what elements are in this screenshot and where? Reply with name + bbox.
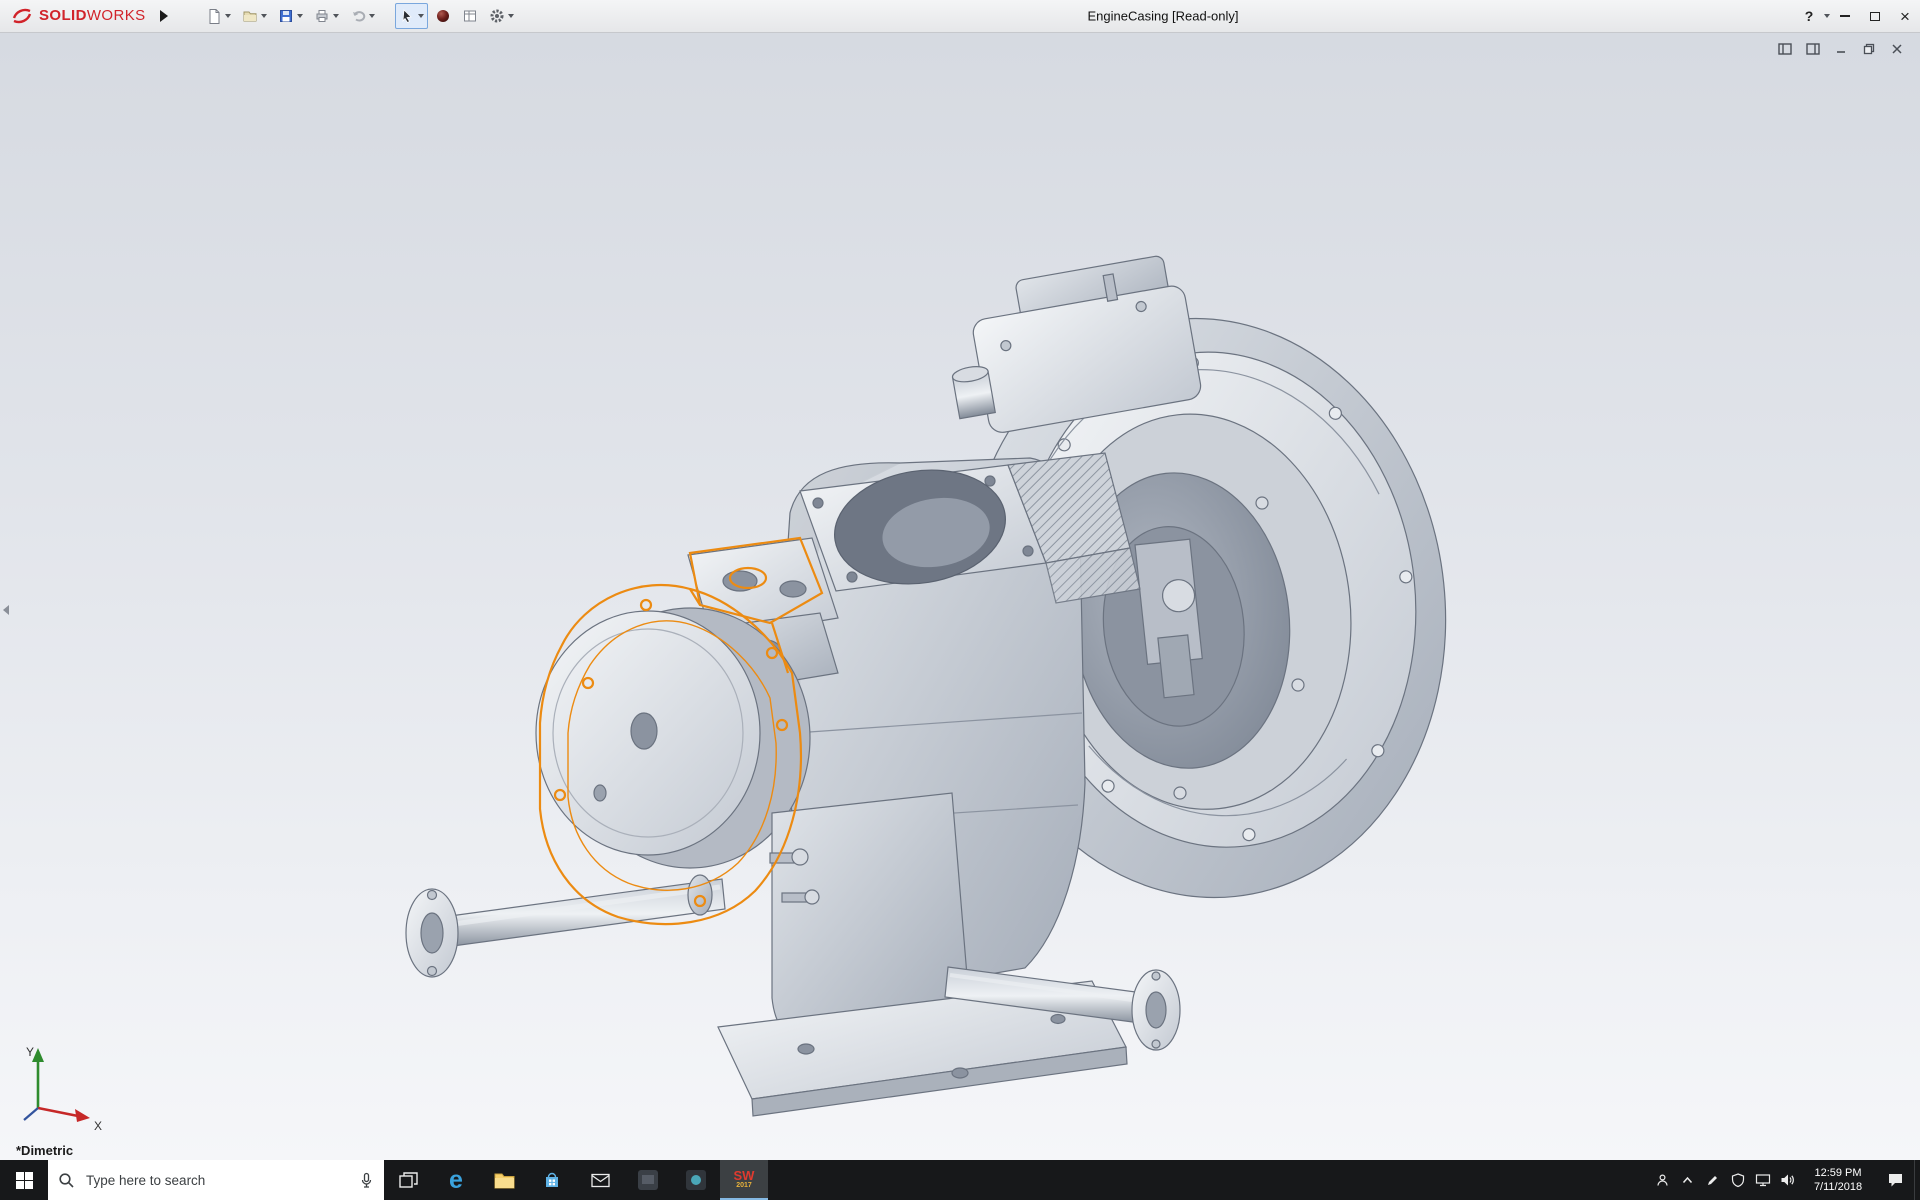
dropdown-arrow — [508, 14, 514, 18]
triad-y-label: Y — [26, 1045, 34, 1059]
help-button[interactable]: ? — [1797, 0, 1821, 33]
task-view-button[interactable] — [384, 1160, 432, 1200]
dropdown-arrow — [369, 14, 375, 18]
document-window-controls — [1774, 40, 1908, 57]
main-toolbar — [202, 3, 518, 29]
notification-bubble-icon — [1887, 1172, 1904, 1188]
maximize-icon — [1870, 12, 1880, 21]
taskbar-search[interactable] — [48, 1160, 384, 1200]
taskbar-app-mail[interactable] — [576, 1160, 624, 1200]
new-document-icon — [206, 8, 222, 24]
print-icon — [314, 8, 330, 24]
brand-text-light: WORKS — [87, 7, 146, 24]
open-folder-icon — [242, 8, 258, 24]
gear-icon — [489, 8, 505, 24]
solidworks-year-badge: 2017 — [736, 1182, 752, 1190]
sheet-button[interactable] — [458, 3, 482, 29]
doc-pane-right-button[interactable] — [1802, 40, 1824, 57]
appearance-button[interactable] — [431, 3, 455, 29]
menu-expand-arrow[interactable] — [160, 10, 168, 22]
pane-right-icon — [1806, 43, 1820, 55]
doc-restore-button[interactable] — [1858, 40, 1880, 57]
pinned-app-2-icon — [685, 1169, 707, 1191]
doc-close-icon — [1891, 43, 1903, 55]
dropdown-arrow — [225, 14, 231, 18]
people-icon[interactable] — [1650, 1160, 1675, 1200]
doc-minimize-button[interactable] — [1830, 40, 1852, 57]
taskbar-pinned-app-2[interactable] — [672, 1160, 720, 1200]
taskbar: e — [0, 1160, 1920, 1200]
defender-shield-icon[interactable] — [1725, 1160, 1750, 1200]
taskbar-pinned-app-1[interactable] — [624, 1160, 672, 1200]
start-button[interactable] — [0, 1160, 48, 1200]
show-desktop-button[interactable] — [1914, 1160, 1920, 1200]
brand-text-bold: SOLID — [39, 7, 87, 24]
featuremanager-flyout-arrow[interactable] — [0, 593, 11, 627]
triad-x-label: X — [94, 1119, 102, 1132]
window-title: EngineCasing [Read-only] — [1087, 9, 1238, 24]
model-geometry — [406, 252, 1474, 1116]
hidden-icons-chevron[interactable] — [1675, 1160, 1700, 1200]
chevron-left-icon — [3, 605, 9, 615]
edge-icon: e — [449, 1168, 463, 1193]
save-floppy-icon — [278, 8, 294, 24]
print-button[interactable] — [310, 3, 343, 29]
microphone-icon[interactable] — [359, 1172, 374, 1189]
clock-date: 7/11/2018 — [1804, 1180, 1872, 1194]
windows-logo-icon — [16, 1172, 33, 1189]
solidworks-taskbar-icon: SW — [734, 1170, 755, 1182]
orientation-triad[interactable]: Y X — [12, 1036, 108, 1132]
dropdown-arrow — [297, 14, 303, 18]
engine-casing-model[interactable] — [0, 33, 1920, 1160]
titlebar: SOLIDWORKS — [0, 0, 1920, 33]
sheet-grid-icon — [462, 8, 478, 24]
dropdown-arrow — [418, 14, 424, 18]
mail-icon — [591, 1173, 610, 1188]
volume-icon[interactable] — [1775, 1160, 1800, 1200]
window-controls: ? × — [1797, 0, 1920, 32]
clock-time: 12:59 PM — [1804, 1166, 1872, 1180]
close-icon: × — [1900, 8, 1910, 25]
dropdown-arrow — [261, 14, 267, 18]
minimize-button[interactable] — [1830, 0, 1860, 33]
pinned-app-1-icon — [637, 1169, 659, 1191]
doc-minimize-icon — [1835, 43, 1847, 55]
network-icon[interactable] — [1750, 1160, 1775, 1200]
search-input[interactable] — [84, 1172, 350, 1189]
solidworks-logo-icon — [10, 7, 34, 25]
taskbar-app-edge[interactable]: e — [432, 1160, 480, 1200]
undo-button[interactable] — [346, 3, 379, 29]
pane-left-icon — [1778, 43, 1792, 55]
select-tool-button[interactable] — [395, 3, 428, 29]
doc-pane-left-button[interactable] — [1774, 40, 1796, 57]
select-cursor-icon — [399, 8, 415, 24]
taskbar-app-file-explorer[interactable] — [480, 1160, 528, 1200]
save-button[interactable] — [274, 3, 307, 29]
undo-icon — [350, 8, 366, 24]
doc-close-button[interactable] — [1886, 40, 1908, 57]
open-button[interactable] — [238, 3, 271, 29]
solidworks-logo: SOLIDWORKS — [0, 7, 154, 25]
search-icon — [58, 1172, 75, 1189]
action-center-button[interactable] — [1876, 1160, 1914, 1200]
graphics-viewport[interactable]: Y X *Dimetric — [0, 33, 1920, 1160]
taskbar-clock[interactable]: 12:59 PM 7/11/2018 — [1804, 1166, 1872, 1194]
pen-icon[interactable] — [1700, 1160, 1725, 1200]
dropdown-arrow — [333, 14, 339, 18]
taskbar-app-solidworks[interactable]: SW 2017 — [720, 1160, 768, 1200]
minimize-icon — [1840, 15, 1850, 17]
options-button[interactable] — [485, 3, 518, 29]
system-tray: 12:59 PM 7/11/2018 — [1650, 1160, 1920, 1200]
task-view-icon — [399, 1172, 418, 1189]
store-icon — [543, 1171, 561, 1189]
close-button[interactable]: × — [1890, 0, 1920, 33]
file-explorer-icon — [494, 1172, 515, 1189]
view-orientation-label: *Dimetric — [16, 1143, 73, 1158]
maximize-button[interactable] — [1860, 0, 1890, 33]
new-document-button[interactable] — [202, 3, 235, 29]
solidworks-window: SOLIDWORKS — [0, 0, 1920, 1200]
appearance-sphere-icon — [435, 8, 451, 24]
doc-restore-icon — [1863, 43, 1875, 55]
taskbar-app-store[interactable] — [528, 1160, 576, 1200]
